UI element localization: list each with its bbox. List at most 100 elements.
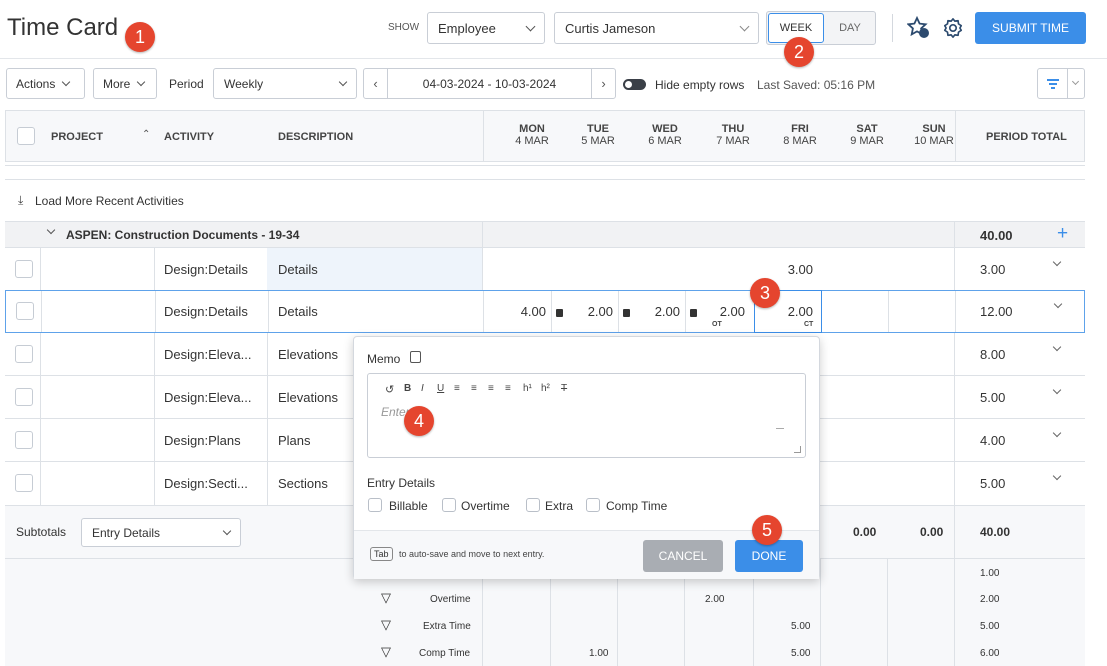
activity-cell[interactable]: Design:Eleva... (164, 347, 251, 362)
row-total: 8.00 (980, 347, 1006, 362)
filter-funnel-icon[interactable]: ▽ (381, 617, 391, 633)
description-text[interactable]: Elevations (278, 390, 338, 405)
date-range-picker: ‹ 04-03-2024 - 10-03-2024 › (363, 68, 616, 99)
filter-button[interactable] (1037, 68, 1085, 99)
day-button[interactable]: DAY (825, 13, 875, 43)
next-period-button[interactable]: › (591, 69, 615, 98)
day-button-label: DAY (839, 22, 861, 34)
comp-time-checkbox[interactable] (586, 498, 600, 512)
indent-icon[interactable]: ≡ (454, 383, 460, 394)
add-icon[interactable]: + (1057, 223, 1068, 245)
memo-note-icon[interactable] (556, 309, 563, 317)
expand-chevron-icon[interactable] (1052, 257, 1062, 267)
subtotals-select-value: Entry Details (92, 525, 161, 540)
heading2-icon[interactable]: h² (541, 383, 550, 394)
day-name: MON (519, 123, 545, 135)
actions-button[interactable]: Actions (6, 68, 85, 99)
underline-icon[interactable]: U (437, 383, 444, 394)
chevron-right-icon: › (601, 76, 606, 91)
gear-icon[interactable] (942, 17, 964, 39)
employee-select[interactable]: Curtis Jameson (554, 12, 759, 44)
breakdown-total: 1.00 (980, 568, 1000, 579)
subtotals-label: Subtotals (16, 525, 67, 539)
row-checkbox[interactable] (15, 345, 33, 363)
project-column-header[interactable]: PROJECT (51, 131, 103, 143)
sat-subtotal: 0.00 (853, 525, 877, 539)
description-text[interactable]: Sections (278, 476, 328, 491)
fri-hours[interactable]: 2.00 (766, 304, 813, 319)
numbered-list-icon[interactable]: ≡ (505, 383, 511, 394)
select-all-checkbox[interactable] (17, 127, 35, 145)
cancel-button[interactable]: CANCEL (643, 540, 723, 572)
row-checkbox[interactable] (15, 260, 33, 278)
memo-textarea[interactable]: Enter (368, 400, 805, 457)
show-select[interactable]: Employee (427, 12, 545, 44)
date-range-text[interactable]: 04-03-2024 - 10-03-2024 (388, 77, 591, 91)
description-text[interactable]: Plans (278, 433, 311, 448)
memo-note-icon[interactable] (623, 309, 630, 317)
bold-icon[interactable]: B (404, 383, 411, 394)
subtotals-select[interactable]: Entry Details (81, 518, 241, 547)
submit-time-button[interactable]: SUBMIT TIME (975, 12, 1086, 44)
row-checkbox[interactable] (16, 302, 34, 320)
previous-period-button[interactable]: ‹ (364, 69, 388, 98)
fri-hours[interactable]: 3.00 (765, 262, 813, 277)
day-header-sun: SUN 10 MAR (909, 123, 959, 147)
description-text[interactable]: Elevations (278, 347, 338, 362)
filter-funnel-icon[interactable]: ▽ (381, 644, 391, 660)
filter-funnel-icon[interactable]: ▽ (381, 590, 391, 606)
breakdown-tue: 1.00 (589, 648, 609, 659)
day-header-sat: SAT 9 MAR (842, 123, 892, 147)
overtime-checkbox[interactable] (442, 498, 456, 512)
comp-time-label: Comp Time (606, 499, 668, 513)
day-name: TUE (587, 123, 609, 135)
period-select-value: Weekly (224, 76, 264, 91)
mon-hours[interactable]: 4.00 (498, 304, 546, 319)
employee-select-value: Curtis Jameson (565, 20, 656, 36)
tue-hours[interactable]: 2.00 (566, 304, 613, 319)
activity-cell[interactable]: Design:Details (164, 304, 248, 319)
expand-chevron-icon[interactable] (1053, 299, 1063, 309)
thu-hours[interactable]: 2.00 (698, 304, 745, 319)
more-button[interactable]: More (93, 68, 157, 99)
activity-cell[interactable]: Design:Eleva... (164, 390, 251, 405)
bullet-list-icon[interactable]: ≡ (488, 383, 494, 394)
favorite-star-icon[interactable] (907, 16, 931, 40)
period-select[interactable]: Weekly (213, 68, 357, 99)
expand-chevron-icon[interactable] (1052, 471, 1062, 481)
resize-handle-icon[interactable] (794, 446, 801, 453)
activity-cell[interactable]: Design:Secti... (164, 476, 248, 491)
breakdown-fri: 5.00 (791, 621, 811, 632)
day-name: THU (721, 123, 745, 135)
extra-checkbox[interactable] (526, 498, 540, 512)
activity-cell[interactable]: Design:Details (164, 262, 248, 277)
copy-icon[interactable] (410, 351, 421, 363)
undo-icon[interactable]: ↺ (385, 383, 394, 396)
wed-hours[interactable]: 2.00 (633, 304, 680, 319)
italic-icon[interactable]: I (421, 383, 424, 394)
expand-chevron-icon[interactable] (1052, 428, 1062, 438)
billable-checkbox[interactable] (368, 498, 382, 512)
row-checkbox[interactable] (15, 388, 33, 406)
day-header-fri: FRI 8 MAR (775, 123, 825, 147)
hide-empty-toggle[interactable] (623, 79, 646, 90)
day-name: FRI (791, 123, 809, 135)
project-group-header[interactable]: ASPEN: Construction Documents - 19-34 40… (5, 222, 1085, 248)
heading1-icon[interactable]: h¹ (523, 383, 532, 394)
billable-label: Billable (389, 499, 428, 513)
row-checkbox[interactable] (15, 431, 33, 449)
chevron-down-icon[interactable] (46, 225, 56, 235)
sort-ascending-icon[interactable]: ⌃ (142, 129, 150, 140)
load-more-link[interactable]: Load More Recent Activities (35, 194, 184, 208)
outdent-icon[interactable]: ≡ (471, 383, 477, 394)
expand-chevron-icon[interactable] (1052, 342, 1062, 352)
row-checkbox[interactable] (15, 474, 33, 492)
more-label: More (103, 76, 131, 91)
activity-cell[interactable]: Design:Plans (164, 433, 241, 448)
clear-format-icon[interactable]: T (561, 383, 567, 394)
memo-note-icon[interactable] (690, 309, 697, 317)
toggle-knob (625, 81, 632, 88)
description-text[interactable]: Details (278, 304, 318, 319)
expand-chevron-icon[interactable] (1052, 385, 1062, 395)
table-row: Design:Details Details 3.00 3.00 (5, 248, 1085, 291)
